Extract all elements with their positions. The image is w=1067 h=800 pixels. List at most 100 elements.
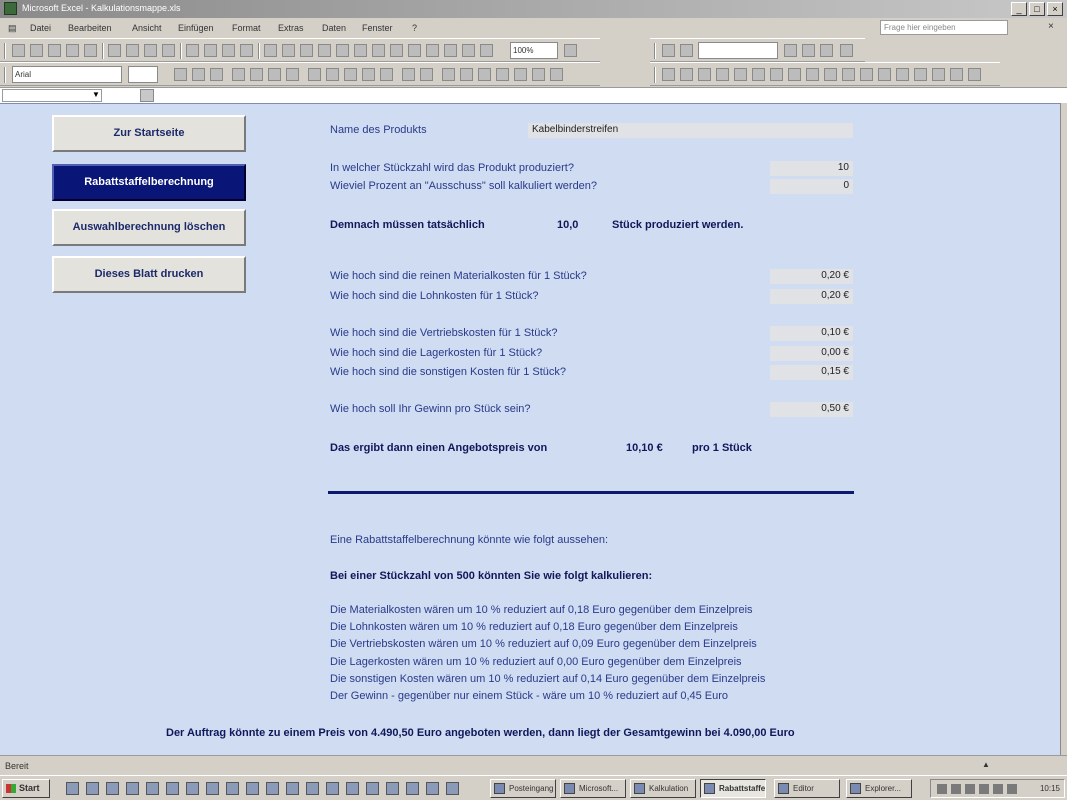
oval-icon[interactable] <box>680 44 693 57</box>
menu-window[interactable]: Fenster <box>362 23 393 33</box>
name-box-dropdown-icon[interactable]: ▼ <box>92 90 100 99</box>
quicklaunch-icon[interactable] <box>346 782 359 795</box>
profit-input[interactable]: 0,50 € <box>770 402 853 417</box>
align-left-icon[interactable] <box>232 68 245 81</box>
name-box[interactable] <box>2 89 102 102</box>
toolbar-grip[interactable] <box>654 43 656 59</box>
watch-icon[interactable] <box>914 68 927 81</box>
quicklaunch-icon[interactable] <box>306 782 319 795</box>
menu-view[interactable]: Ansicht <box>132 23 162 33</box>
spelling-icon[interactable] <box>144 44 157 57</box>
format-painter-icon[interactable] <box>240 44 253 57</box>
scroll-up-icon[interactable]: ▲ <box>982 760 990 769</box>
undo-icon[interactable] <box>264 44 277 57</box>
tray-icon[interactable] <box>979 784 989 794</box>
share-icon[interactable] <box>896 68 909 81</box>
font-select[interactable]: Arial <box>12 66 122 83</box>
print-preview-icon[interactable] <box>126 44 139 57</box>
menu-format[interactable]: Format <box>232 23 261 33</box>
new-comment-icon[interactable] <box>770 68 783 81</box>
pivot-icon[interactable] <box>480 44 493 57</box>
reply-icon[interactable] <box>842 68 855 81</box>
quicklaunch-icon[interactable] <box>386 782 399 795</box>
cut-icon[interactable] <box>186 44 199 57</box>
taskbar-item[interactable]: Editor <box>774 779 840 798</box>
help-search-input[interactable]: Frage hier eingeben <box>880 20 1008 35</box>
home-button[interactable]: Zur Startseite <box>52 115 246 152</box>
font-color-a-icon[interactable] <box>532 68 545 81</box>
quicklaunch-icon[interactable] <box>406 782 419 795</box>
menu-edit[interactable]: Bearbeiten <box>68 23 112 33</box>
quicklaunch-icon[interactable] <box>286 782 299 795</box>
quicklaunch-icon[interactable] <box>426 782 439 795</box>
hyperlink-icon[interactable] <box>300 44 313 57</box>
next-comment-icon[interactable] <box>734 68 747 81</box>
taskbar-item[interactable]: Posteingang <box>490 779 556 798</box>
quicklaunch-icon[interactable] <box>166 782 179 795</box>
product-name-input[interactable]: Kabelbinderstreifen <box>528 123 853 138</box>
track-changes-icon[interactable] <box>662 68 675 81</box>
open-icon[interactable] <box>30 44 43 57</box>
drawing-icon[interactable] <box>390 44 403 57</box>
filter-icon[interactable] <box>444 44 457 57</box>
print-icon[interactable] <box>108 44 121 57</box>
menu-insert[interactable]: Einfügen <box>178 23 214 33</box>
toolbar-options-icon[interactable] <box>968 68 981 81</box>
clear-selection-button[interactable]: Auswahlberechnung löschen <box>52 209 246 246</box>
tray-icon[interactable] <box>1007 784 1017 794</box>
taskbar-item[interactable]: Microsoft... <box>560 779 626 798</box>
wage-cost-input[interactable]: 0,20 € <box>770 289 853 304</box>
storage-cost-input[interactable]: 0,00 € <box>770 346 853 361</box>
quicklaunch-icon[interactable] <box>86 782 99 795</box>
new-icon[interactable] <box>12 44 25 57</box>
currency-icon[interactable] <box>308 68 321 81</box>
sales-cost-input[interactable]: 0,10 € <box>770 326 853 341</box>
start-button[interactable]: Start <box>2 779 50 798</box>
autosum-icon[interactable] <box>318 44 331 57</box>
end-review-icon[interactable] <box>860 68 873 81</box>
menu-tools[interactable]: Extras <box>278 23 304 33</box>
quicklaunch-icon[interactable] <box>126 782 139 795</box>
zoom-select[interactable]: 100% <box>510 42 558 59</box>
freeze-icon[interactable] <box>462 44 475 57</box>
minimize-button[interactable]: _ <box>1011 2 1027 16</box>
quicklaunch-icon[interactable] <box>266 782 279 795</box>
bold-icon[interactable] <box>174 68 187 81</box>
quicklaunch-icon[interactable] <box>66 782 79 795</box>
italic-icon[interactable] <box>192 68 205 81</box>
save-icon[interactable] <box>48 44 61 57</box>
show-comment-icon[interactable] <box>752 68 765 81</box>
quicklaunch-icon[interactable] <box>106 782 119 795</box>
borders-icon[interactable] <box>442 68 455 81</box>
chart-wizard-icon[interactable] <box>372 44 385 57</box>
tray-icon[interactable] <box>965 784 975 794</box>
toolbar-grip[interactable] <box>4 43 6 59</box>
print-sheet-button[interactable]: Dieses Blatt drucken <box>52 256 246 293</box>
menu-help[interactable]: ? <box>412 23 417 33</box>
permission-icon[interactable] <box>66 44 79 57</box>
underline-icon[interactable] <box>210 68 223 81</box>
toolbar-grip[interactable] <box>4 67 6 83</box>
menu-doc-icon[interactable]: ▤ <box>8 23 17 34</box>
close-window-button[interactable]: × <box>1047 2 1063 16</box>
maximize-button[interactable]: □ <box>1029 2 1045 16</box>
trace-icon[interactable] <box>950 68 963 81</box>
font-size-select[interactable] <box>128 66 158 83</box>
merge-center-icon[interactable] <box>286 68 299 81</box>
align-center-icon[interactable] <box>250 68 263 81</box>
taskbar-item[interactable]: Explorer... <box>846 779 912 798</box>
fill-color-icon[interactable] <box>460 68 473 81</box>
map-icon[interactable] <box>408 44 421 57</box>
discount-calc-button[interactable]: Rabattstaffelberechnung <box>52 164 246 201</box>
quicklaunch-icon[interactable] <box>226 782 239 795</box>
delete-comment-icon[interactable] <box>788 68 801 81</box>
more-icon[interactable] <box>840 44 853 57</box>
textbox-icon[interactable] <box>784 44 797 57</box>
picture-icon[interactable] <box>820 44 833 57</box>
help-icon[interactable] <box>564 44 577 57</box>
quicklaunch-icon[interactable] <box>446 782 459 795</box>
sort-desc-icon[interactable] <box>354 44 367 57</box>
increase-decimal-icon[interactable] <box>362 68 375 81</box>
evaluate-icon[interactable] <box>932 68 945 81</box>
redo-icon[interactable] <box>282 44 295 57</box>
